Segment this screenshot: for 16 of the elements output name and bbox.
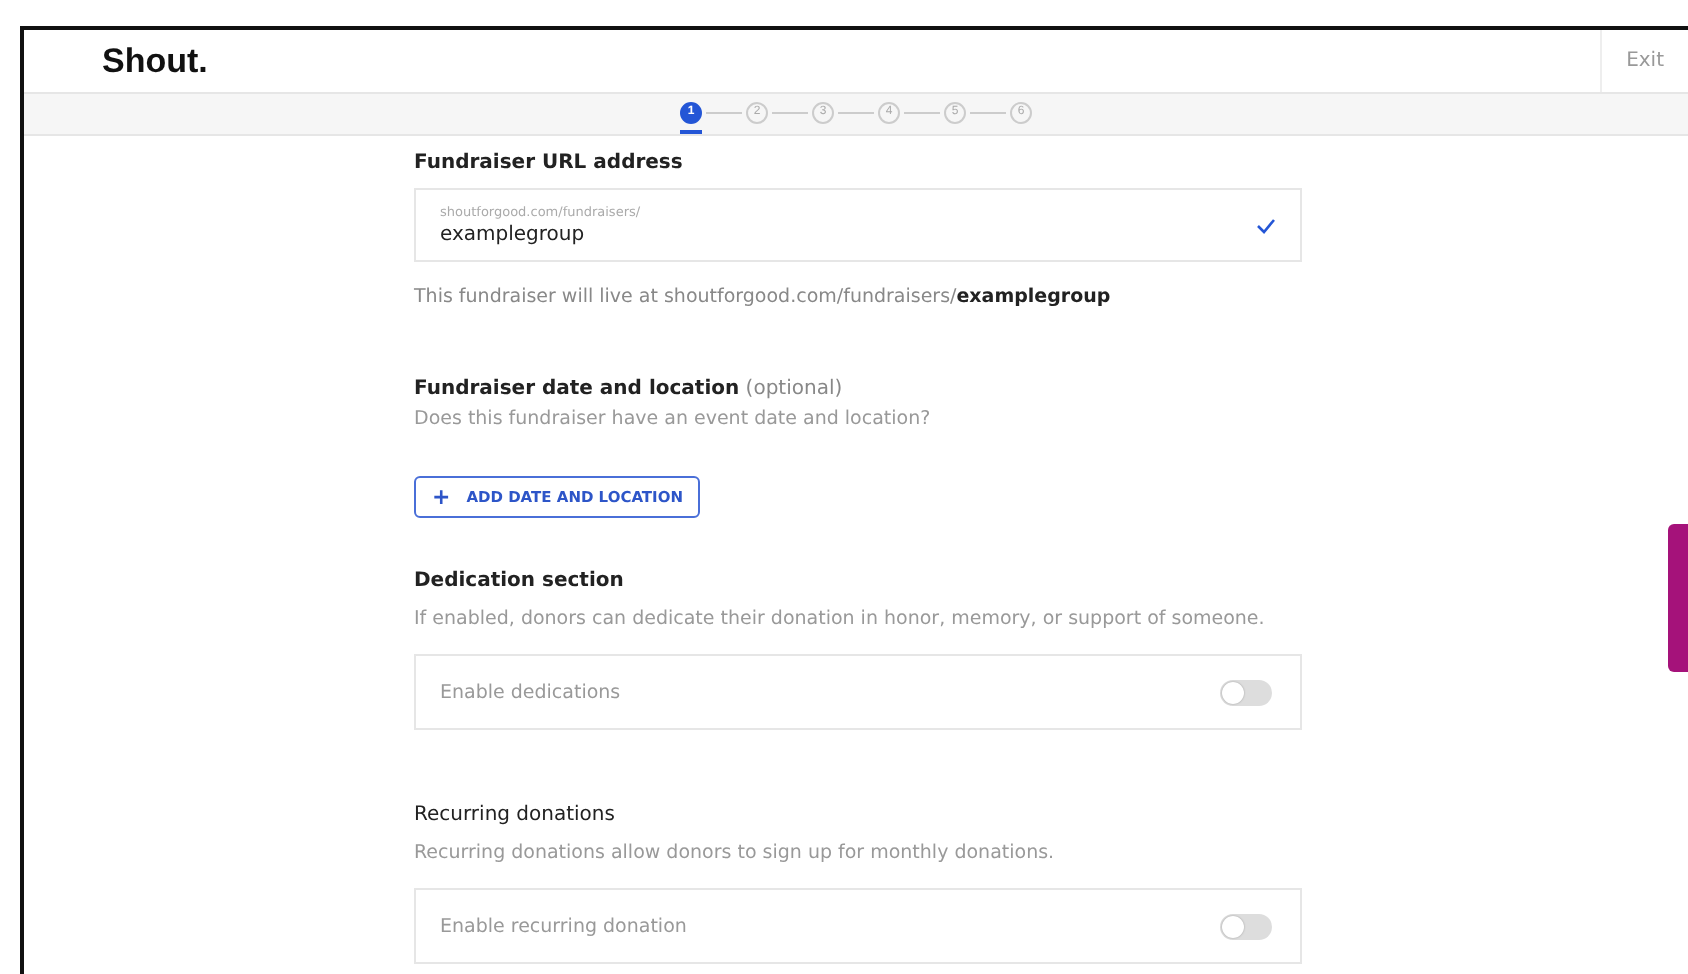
section-title: Fundraiser URL address xyxy=(414,152,685,176)
section-description: If enabled, donors can dedicate their donation in honor, memory, or support of someone. xyxy=(414,608,1267,630)
exit-button[interactable]: Exit xyxy=(1600,30,1688,92)
section-title: Dedication section xyxy=(414,570,626,594)
side-tab[interactable] xyxy=(1668,524,1688,672)
field-value: examplegroup xyxy=(440,224,587,246)
logo: Shout. xyxy=(102,41,210,81)
toggle-label: Enable recurring donation xyxy=(440,915,687,937)
helper-text: This fundraiser will live at shoutforgood.com/fundraisers/examplegroup xyxy=(414,286,1113,308)
section-title: Recurring donations xyxy=(414,804,617,828)
toggle-switch[interactable] xyxy=(1220,913,1272,939)
section-description: Recurring donations allow donors to sign up for monthly donations. xyxy=(414,842,1057,864)
toggle-label: Enable dedications xyxy=(440,681,621,703)
section-title: Fundraiser date and location (optional) xyxy=(414,378,845,402)
section-description: Does this fundraiser have an event date and location? xyxy=(414,408,933,430)
toggle-switch[interactable] xyxy=(1220,679,1272,705)
